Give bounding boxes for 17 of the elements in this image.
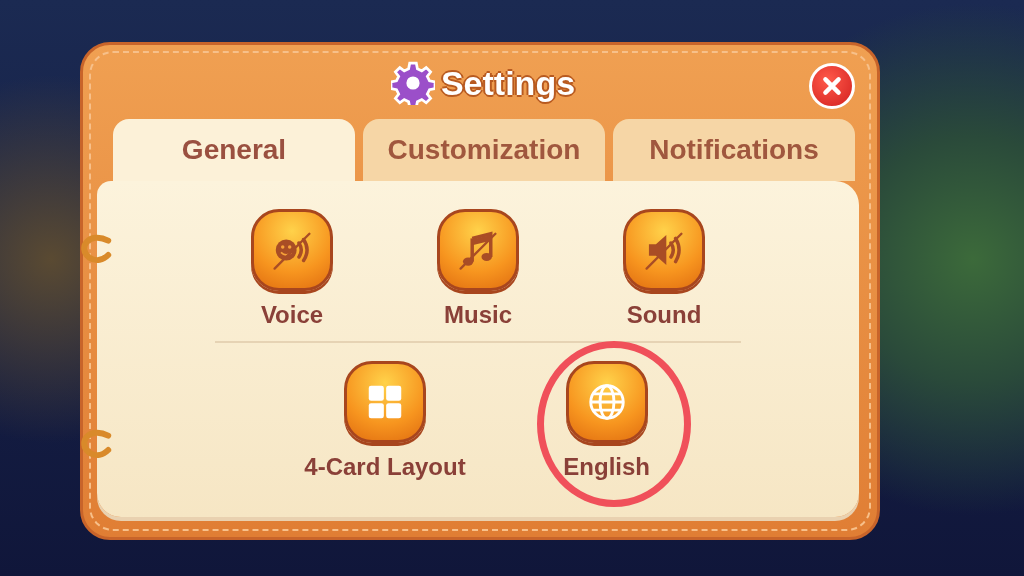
close-button[interactable] xyxy=(809,63,855,109)
language-button[interactable] xyxy=(565,361,648,443)
gear-icon xyxy=(390,61,435,105)
tab[interactable]: Customization xyxy=(363,119,605,181)
option-label: Sound xyxy=(626,301,702,329)
voice-toggle-button[interactable] xyxy=(251,209,333,291)
tab[interactable]: General xyxy=(113,119,355,181)
music-toggle-button[interactable] xyxy=(437,209,519,291)
option-label: Voice xyxy=(260,301,324,329)
option-label: 4-Card Layout xyxy=(304,453,466,481)
panel-title: Settings xyxy=(440,63,576,103)
sound-toggle-button[interactable] xyxy=(623,209,705,291)
layout-button[interactable] xyxy=(344,361,426,443)
close-icon xyxy=(821,75,843,97)
option-label: English xyxy=(563,453,650,481)
tab[interactable]: Notifications xyxy=(613,119,855,181)
option-label: Music xyxy=(444,301,512,329)
